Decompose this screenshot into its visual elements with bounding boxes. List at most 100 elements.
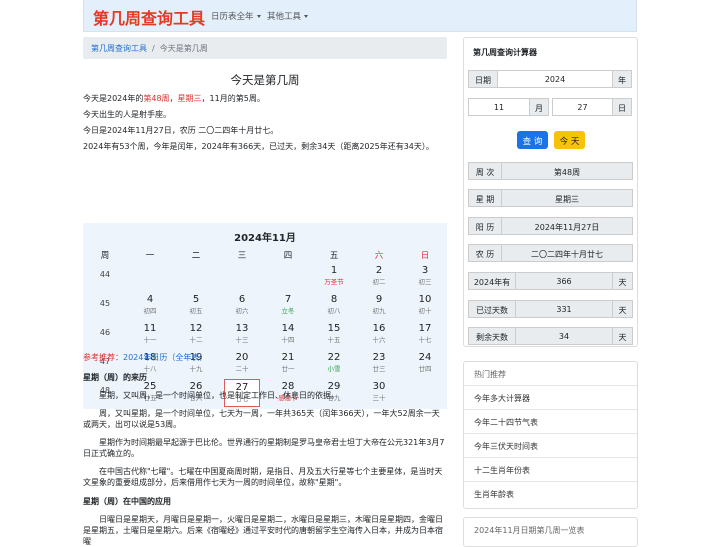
day-lunar-label: 立冬 bbox=[281, 307, 295, 315]
navbar: 第几周查询工具 日历表全年 其他工具 bbox=[83, 0, 637, 32]
hot-list-title: 热门推荐 bbox=[464, 362, 637, 386]
day-lunar-label: 十七 bbox=[418, 336, 432, 344]
info-line-year: 2024年有53个周，今年是闰年，2024年有366天，已过天，剩余34天（距离… bbox=[83, 142, 434, 151]
passed-days-label: 已过天数 bbox=[468, 300, 516, 318]
site-brand[interactable]: 第几周查询工具 bbox=[93, 5, 205, 29]
calculator-title: 第几周查询计算器 bbox=[473, 48, 537, 57]
day-number: 6 bbox=[238, 294, 246, 305]
calendar-day[interactable]: 17 十七 bbox=[407, 321, 443, 349]
weekday-highlight: 星期三 bbox=[177, 94, 202, 103]
nav-tools-dropdown[interactable]: 其他工具 bbox=[267, 10, 309, 22]
day-lunar-label: 十三 bbox=[235, 336, 249, 344]
day-lunar-label: 初六 bbox=[235, 307, 249, 315]
nav-calendar-dropdown[interactable]: 日历表全年 bbox=[211, 10, 261, 22]
article-paragraph: 在中国古代称"七曜"。七曜在中国夏商周时期，是指日、月及五大行星等七个主要星体，… bbox=[83, 467, 443, 487]
day-number: 23 bbox=[372, 352, 386, 363]
calendar-day[interactable]: 3 初三 bbox=[407, 263, 443, 291]
month-input[interactable]: 11 bbox=[468, 98, 530, 116]
main-content: 今天是第几周 今天是2024年的第48周，星期三，11月的第5周。 今天出生的人… bbox=[83, 66, 447, 546]
passed-days-result: 331 bbox=[515, 300, 613, 318]
today-info: 今天是2024年的第48周，星期三，11月的第5周。 今天出生的人是射手座。 今… bbox=[83, 94, 447, 152]
caret-down-icon bbox=[304, 15, 309, 18]
remain-days-label: 剩余天数 bbox=[468, 327, 516, 345]
day-input[interactable]: 27 bbox=[552, 98, 613, 116]
day-lunar-label: 初九 bbox=[372, 307, 386, 315]
year-input[interactable]: 2024 bbox=[497, 70, 613, 88]
calendar-header-cell: 四 bbox=[283, 251, 293, 261]
calendar-day[interactable]: 7 立冬 bbox=[270, 292, 306, 320]
calendar-day[interactable]: 11 十一 bbox=[132, 321, 168, 349]
info-text: ，11月的第5周。 bbox=[201, 94, 265, 103]
day-number: 4 bbox=[146, 294, 154, 305]
day-lunar-label: 初二 bbox=[372, 278, 386, 286]
breadcrumb: 第几周查询工具 / 今天是第几周 bbox=[83, 37, 447, 59]
reference-label: 参考推荐： bbox=[83, 353, 123, 362]
hot-recommend-list: 热门推荐 今年多大计算器 今年二十四节气表 今年三伏天时间表 十二生肖年份表 生… bbox=[463, 361, 638, 509]
day-number: 5 bbox=[192, 294, 200, 305]
day-unit: 天 bbox=[612, 300, 633, 318]
calendar-header-cell: 五 bbox=[329, 251, 339, 261]
calendar-day[interactable]: 16 十六 bbox=[361, 321, 397, 349]
day-lunar-label: 十四 bbox=[281, 336, 295, 344]
lunar-result: 二〇二四年十月廿七 bbox=[501, 244, 633, 262]
day-number: 1 bbox=[330, 265, 338, 276]
hot-list-item[interactable]: 今年三伏天时间表 bbox=[464, 434, 637, 458]
today-button[interactable]: 今 天 bbox=[554, 131, 585, 149]
week-number-cell: 46 bbox=[99, 328, 111, 337]
calendar-day[interactable]: 1 万圣节 bbox=[316, 263, 352, 291]
reference-link[interactable]: 2024年日历（全年表） bbox=[123, 353, 207, 362]
solar-result: 2024年11月27日 bbox=[501, 217, 633, 235]
info-line-zodiac: 今天出生的人是射手座。 bbox=[83, 110, 171, 119]
calendar-day[interactable]: 10 初十 bbox=[407, 292, 443, 320]
article-paragraph: 日曜日是星期天，月曜日是星期一，火曜日是星期二，水曜日是星期三，木曜日是星期四，… bbox=[83, 515, 443, 546]
day-number: 15 bbox=[327, 323, 341, 334]
hot-list-item[interactable]: 十二生肖年份表 bbox=[464, 458, 637, 482]
week-label: 周 次 bbox=[468, 162, 502, 180]
caret-down-icon bbox=[256, 15, 261, 18]
calendar-day[interactable]: 2 初二 bbox=[361, 263, 397, 291]
day-unit: 日 bbox=[612, 98, 632, 116]
breadcrumb-home[interactable]: 第几周查询工具 bbox=[91, 44, 147, 53]
calendar-day[interactable]: 12 十二 bbox=[178, 321, 214, 349]
info-line-week: 今天是2024年的第48周，星期三，11月的第5周。 bbox=[83, 94, 447, 104]
week-result: 第48周 bbox=[501, 162, 633, 180]
nav-calendar-label: 日历表全年 bbox=[211, 12, 254, 22]
calendar-day[interactable]: 13 十三 bbox=[224, 321, 260, 349]
calendar-day[interactable]: 9 初九 bbox=[361, 292, 397, 320]
day-lunar-label: 初十 bbox=[418, 307, 432, 315]
calendar-title: 2024年11月 bbox=[234, 233, 296, 244]
month-week-list-title[interactable]: 2024年11月日期第几周一览表 bbox=[463, 517, 638, 547]
lunar-label: 农 历 bbox=[468, 244, 502, 262]
day-lunar-label: 十五 bbox=[327, 336, 341, 344]
calendar-day[interactable]: 8 初八 bbox=[316, 292, 352, 320]
day-number: 22 bbox=[327, 352, 341, 363]
article-heading: 星期（周）在中国的应用 bbox=[83, 497, 171, 506]
calendar-day[interactable]: 15 十五 bbox=[316, 321, 352, 349]
day-number: 11 bbox=[143, 323, 157, 334]
hot-list-item[interactable]: 今年二十四节气表 bbox=[464, 410, 637, 434]
day-lunar-label: 初八 bbox=[327, 307, 341, 315]
calendar-day[interactable]: 4 初四 bbox=[132, 292, 168, 320]
day-lunar-label: 十二 bbox=[189, 336, 203, 344]
calendar-header-cell: 二 bbox=[191, 251, 201, 261]
calendar-day[interactable]: 14 十四 bbox=[270, 321, 306, 349]
year-unit: 年 bbox=[612, 70, 632, 88]
day-lunar-label: 初五 bbox=[189, 307, 203, 315]
day-number: 2 bbox=[375, 265, 383, 276]
solar-label: 阳 历 bbox=[468, 217, 502, 235]
breadcrumb-sep: / bbox=[152, 44, 155, 53]
reference-line: 参考推荐：2024年日历（全年表） bbox=[83, 352, 207, 363]
remain-days-result: 34 bbox=[515, 327, 613, 345]
day-number: 17 bbox=[418, 323, 432, 334]
calendar-day[interactable]: 5 初五 bbox=[178, 292, 214, 320]
hot-list-item[interactable]: 生肖年龄表 bbox=[464, 482, 637, 506]
article-paragraph: 星期作为时间期最早起源于巴比伦。世界通行的星期制是罗马皇帝君士坦丁大帝在公元32… bbox=[83, 438, 445, 458]
query-button[interactable]: 查 询 bbox=[517, 131, 548, 149]
day-number: 8 bbox=[330, 294, 338, 305]
calendar-day[interactable]: 6 初六 bbox=[224, 292, 260, 320]
article-paragraph: 星期，又叫周，是一个时间单位，也是制定工作日、休息日的依据。 bbox=[99, 391, 339, 400]
day-number: 21 bbox=[281, 352, 295, 363]
week-number-cell: 45 bbox=[99, 299, 111, 308]
hot-list-item[interactable]: 今年多大计算器 bbox=[464, 386, 637, 410]
day-lunar-label: 十六 bbox=[372, 336, 386, 344]
